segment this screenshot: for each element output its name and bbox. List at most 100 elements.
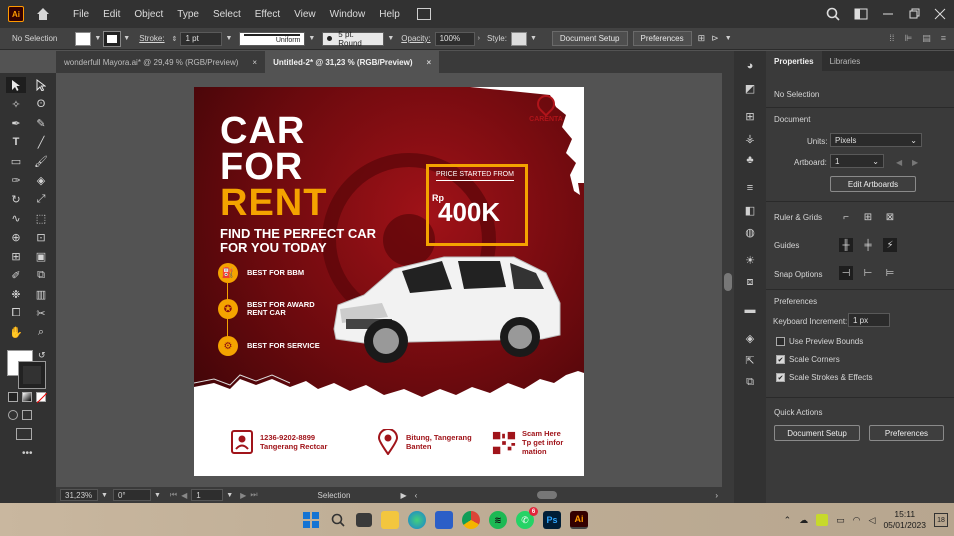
free-transform-tool-icon[interactable]: ⬚ — [31, 210, 51, 226]
snap-to-point-icon[interactable]: ⊣ — [839, 266, 853, 280]
stroke-panel-icon[interactable]: ≡ — [742, 181, 758, 195]
grid-icon[interactable]: ⊞ — [861, 210, 875, 224]
stroke-weight-field[interactable]: 1 pt — [180, 31, 223, 46]
tab-wonderfull-mayora[interactable]: wonderfull Mayora.ai* @ 29,49 % (RGB/Pre… — [56, 51, 265, 73]
selection-tool-icon[interactable] — [6, 77, 26, 93]
tab-untitled-2[interactable]: Untitled-2* @ 31,23 % (RGB/Preview) × — [265, 51, 440, 73]
brush-definition[interactable]: 5 pt. Round — [322, 30, 385, 48]
menu-effect[interactable]: Effect — [248, 9, 287, 20]
last-artboard-icon[interactable]: ⏭ — [250, 490, 257, 500]
file-explorer-icon[interactable] — [381, 511, 399, 529]
color-mode-icon[interactable] — [8, 392, 18, 402]
brushes-icon[interactable]: ⚶ — [742, 131, 758, 145]
line-tool-icon[interactable]: ╱ — [31, 134, 51, 150]
layers-icon[interactable]: ◈ — [742, 331, 758, 345]
swatches-icon[interactable]: ⊞ — [742, 109, 758, 123]
show-guides-icon[interactable]: ╫ — [839, 238, 853, 252]
paintbrush-tool-icon[interactable]: 🖌 — [31, 153, 51, 169]
stroke-weight-dropdown-icon[interactable]: ▼ — [225, 35, 232, 42]
whatsapp-icon[interactable]: ✆ 6 — [516, 507, 538, 529]
opacity-arrow-icon[interactable]: › — [478, 35, 480, 42]
snap-to-grid-icon[interactable]: ⊢ — [861, 266, 875, 280]
next-artboard-icon[interactable]: ▶ — [912, 158, 918, 167]
curvature-tool-icon[interactable]: ✎ — [31, 115, 51, 131]
fill-dropdown-icon[interactable]: ▼ — [94, 35, 101, 42]
align-grid-icon[interactable]: ⁞⁞ — [889, 33, 894, 44]
onedrive-icon[interactable]: ☁ — [799, 515, 808, 526]
stroke-stepper-icon[interactable]: ⇕ — [172, 35, 178, 43]
opacity-field[interactable]: 100% — [434, 31, 475, 46]
shaper-tool-icon[interactable]: ✑ — [6, 172, 26, 188]
microsoft-store-icon[interactable] — [435, 511, 453, 529]
artboard-dropdown-icon[interactable]: ▼ — [226, 492, 233, 499]
close-icon[interactable]: × — [252, 58, 257, 67]
hscroll-right-icon[interactable]: › — [715, 491, 718, 500]
snap-to-pixel-icon[interactable]: ⊨ — [883, 266, 897, 280]
artboard-dropdown[interactable]: 1 ⌄ — [830, 154, 884, 168]
quick-preferences-button[interactable]: Preferences — [869, 425, 944, 441]
chrome-icon[interactable] — [462, 511, 480, 529]
tab-libraries[interactable]: Libraries — [822, 51, 869, 71]
stroke-label[interactable]: Stroke: — [139, 34, 164, 43]
chevron-up-icon[interactable]: ⌃ — [784, 515, 792, 526]
first-artboard-icon[interactable]: ⏮ — [170, 490, 177, 500]
stroke-dropdown-icon[interactable]: ▼ — [123, 35, 130, 42]
gradient-mode-icon[interactable] — [22, 392, 32, 402]
restore-icon[interactable] — [908, 8, 920, 20]
scale-corners-checkbox[interactable]: ✔ Scale Corners — [776, 355, 840, 364]
gradient-panel-icon[interactable]: ◧ — [742, 203, 758, 217]
zoom-field[interactable]: 31,23% — [60, 489, 98, 501]
battery-icon[interactable]: ▭ — [836, 515, 845, 526]
rectangle-tool-icon[interactable]: ▭ — [6, 153, 26, 169]
photoshop-icon[interactable]: Ps — [543, 511, 561, 529]
wifi-icon[interactable]: ◠ — [853, 515, 861, 526]
none-mode-icon[interactable] — [36, 392, 47, 403]
zoom-dropdown-icon[interactable]: ▼ — [101, 492, 108, 499]
clock[interactable]: 15:11 05/01/2023 — [883, 509, 926, 531]
menu-file[interactable]: File — [66, 9, 96, 20]
hand-tool-icon[interactable]: ✋ — [6, 324, 26, 340]
appearance-icon[interactable]: ☀ — [742, 253, 758, 267]
quick-document-setup-button[interactable]: Document Setup — [774, 425, 860, 441]
perspective-grid-tool-icon[interactable]: ⊞ — [6, 248, 26, 264]
scrollbar-thumb[interactable] — [724, 273, 732, 291]
document-setup-button[interactable]: Document Setup — [551, 31, 628, 46]
menu-object[interactable]: Object — [127, 9, 170, 20]
export-icon[interactable]: ⇱ — [742, 353, 758, 367]
distribute-icon[interactable]: ▤ — [922, 33, 931, 44]
home-icon[interactable] — [36, 7, 50, 21]
status-arrow-icon[interactable]: ▶ — [400, 491, 406, 500]
transparency-icon[interactable]: ◍ — [742, 225, 758, 239]
gradient-tool-icon[interactable]: ▣ — [31, 248, 51, 264]
variable-width-profile[interactable]: Uniform — [239, 31, 306, 46]
rulers-icon[interactable]: ⌐ — [839, 210, 853, 224]
scale-tool-icon[interactable]: ⤢ — [31, 191, 51, 207]
lock-guides-icon[interactable]: ╪ — [861, 238, 875, 252]
stroke-swatch[interactable] — [103, 30, 122, 47]
menu-view[interactable]: View — [287, 9, 323, 20]
canvas-area[interactable]: CAR FOR RENT FIND THE PERFECT CAR FOR YO… — [56, 73, 722, 487]
horizontal-scrollbar-thumb[interactable] — [537, 491, 558, 499]
smart-guides-icon[interactable]: ⚡ — [883, 238, 897, 252]
volume-icon[interactable]: ◁ — [869, 515, 876, 526]
notification-center-icon[interactable]: 18 — [934, 513, 948, 527]
search-icon[interactable] — [826, 7, 840, 21]
transparency-grid-icon[interactable]: ⊠ — [883, 210, 897, 224]
vertical-scrollbar[interactable] — [722, 73, 734, 487]
color-guide-icon[interactable]: ◩ — [742, 81, 758, 95]
magic-wand-tool-icon[interactable]: ✧ — [6, 96, 26, 112]
rotation-dropdown-icon[interactable]: ▼ — [154, 492, 161, 499]
draw-normal-icon[interactable] — [8, 410, 18, 420]
symbol-sprayer-tool-icon[interactable]: ❉ — [6, 286, 26, 302]
minimize-icon[interactable] — [882, 8, 894, 20]
menu-edit[interactable]: Edit — [96, 9, 127, 20]
style-swatch[interactable] — [510, 31, 527, 46]
screen-mode-icon[interactable] — [16, 428, 32, 440]
prev-artboard-icon[interactable]: ◀ — [181, 491, 187, 500]
tray-app-icon[interactable] — [816, 514, 829, 526]
column-graph-tool-icon[interactable]: ▥ — [31, 286, 51, 302]
opacity-label[interactable]: Opacity: — [401, 34, 430, 43]
fill-swatch[interactable] — [75, 31, 92, 46]
style-dropdown-icon[interactable]: ▼ — [530, 35, 537, 42]
prev-artboard-icon[interactable]: ◀ — [896, 158, 902, 167]
